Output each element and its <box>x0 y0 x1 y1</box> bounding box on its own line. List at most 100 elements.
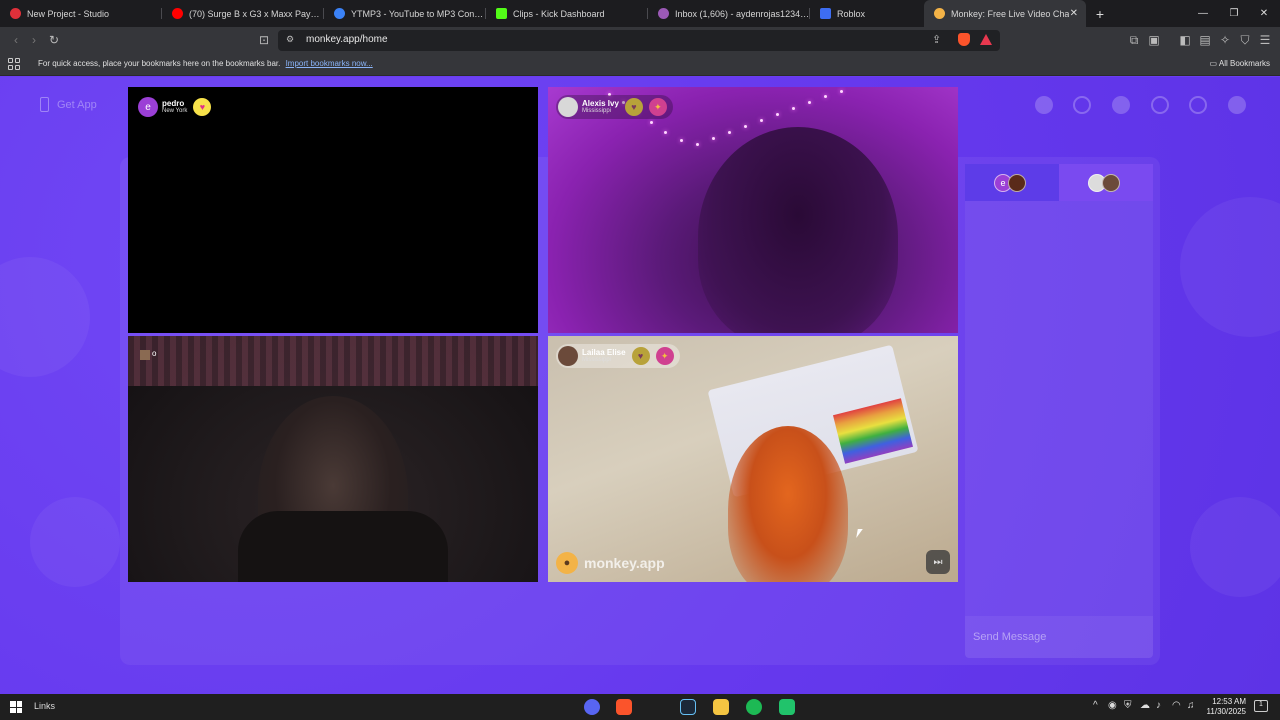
spotify-icon[interactable] <box>746 699 762 715</box>
video-tile-lailaa[interactable]: Lailaa Elise Mississippi ♥ ✦ ● monkey.ap… <box>548 336 958 582</box>
phone-icon <box>40 97 49 112</box>
tab-label: New Project - Studio <box>27 8 110 19</box>
windows-start-icon[interactable] <box>10 701 22 713</box>
all-bookmarks-button[interactable]: ▭ All Bookmarks <box>1210 59 1270 68</box>
brave-rewards-icon[interactable] <box>980 34 992 45</box>
notification-icon[interactable]: 1 <box>1254 700 1268 712</box>
links-toolbar[interactable]: Links <box>34 701 55 711</box>
browser-tab[interactable]: Clips - Kick Dashboard <box>486 0 648 27</box>
system-clock[interactable]: 12:53 AM 11/30/2025 <box>1202 697 1246 717</box>
forward-icon[interactable]: › <box>26 32 42 48</box>
tab-label: Monkey: Free Live Video Cha <box>951 8 1070 19</box>
new-tab-button[interactable]: + <box>1088 6 1112 22</box>
user-name: o <box>152 349 157 358</box>
steam-icon[interactable] <box>680 699 696 715</box>
brand-text: monkey.app <box>584 555 665 571</box>
shop-icon[interactable] <box>1035 96 1053 114</box>
close-window-icon[interactable]: ✕ <box>1249 0 1279 27</box>
user-tag[interactable]: Lailaa Elise Mississippi ♥ ✦ <box>556 344 680 368</box>
media-icon[interactable]: ▣ <box>1146 32 1162 48</box>
share-icon[interactable]: ⇪ <box>932 33 941 46</box>
browser-tab[interactable]: New Project - Studio <box>0 0 162 27</box>
profile-icon[interactable] <box>1228 96 1246 114</box>
vpn-icon[interactable]: ⛉ <box>1237 32 1253 48</box>
site-info-icon[interactable]: ⚙ <box>286 34 294 45</box>
brave-icon[interactable] <box>616 699 632 715</box>
get-app-label: Get App <box>57 98 97 111</box>
microphone-icon[interactable]: ♪ <box>1156 700 1161 711</box>
bookmark-icon[interactable]: ⊡ <box>256 32 272 48</box>
address-bar[interactable]: ⚙ monkey.app/home ⇪ <box>278 30 1000 51</box>
bookmarks-prompt-text: For quick access, place your bookmarks h… <box>38 59 281 68</box>
wallet-icon[interactable]: ▤ <box>1197 32 1213 48</box>
brave-shield-icon[interactable] <box>958 33 970 46</box>
tab-label: Roblox <box>837 8 866 19</box>
tray-app-icon[interactable]: ◉ <box>1108 700 1117 711</box>
skip-next-button[interactable]: ⏭ <box>926 550 950 574</box>
heart-badge-icon: ♥ <box>193 98 212 116</box>
chat-panel: e <box>965 164 1153 658</box>
bookmarks-bar: For quick access, place your bookmarks h… <box>0 54 1280 76</box>
minimize-icon[interactable]: — <box>1188 0 1218 27</box>
close-tab-icon[interactable]: ✕ <box>1070 8 1078 19</box>
fast-forward-icon: ⏭ <box>933 556 943 568</box>
get-app-button[interactable]: Get App <box>40 97 97 112</box>
clock-date: 11/30/2025 <box>1206 707 1246 716</box>
video-tile-self[interactable]: o <box>128 336 538 582</box>
wifi-icon[interactable]: ◠ <box>1172 700 1181 711</box>
monkey-logo-icon: ● <box>556 552 578 574</box>
background-decoration <box>1190 497 1280 597</box>
bookmarks-prompt: For quick access, place your bookmarks h… <box>38 59 373 68</box>
extensions-icon[interactable]: ⧉ <box>1126 32 1142 48</box>
apps-grid-icon[interactable] <box>8 58 20 70</box>
tab-label: Inbox (1,606) - aydenrojas12345@g <box>675 8 810 19</box>
discord-icon[interactable] <box>584 699 600 715</box>
person-silhouette <box>728 426 848 582</box>
tab-favicon-icon <box>496 8 507 19</box>
send-message-input[interactable] <box>973 628 1143 646</box>
user-mark <box>140 350 150 360</box>
browser-tab[interactable]: (70) Surge B x G3 x Maxx Payne - Cl <box>162 0 324 27</box>
all-bookmarks-label: All Bookmarks <box>1218 59 1270 68</box>
search-icon[interactable] <box>1073 96 1091 114</box>
sidebar-icon[interactable]: ◧ <box>1177 32 1193 48</box>
tab-label: Clips - Kick Dashboard <box>513 8 605 19</box>
user-info: pedro New York <box>162 99 187 115</box>
browser-tab-active[interactable]: Monkey: Free Live Video Cha ✕ <box>924 0 1086 27</box>
tab-favicon-icon <box>934 8 945 19</box>
menu-icon[interactable]: ☰ <box>1257 32 1273 48</box>
volume-icon[interactable]: ♫ <box>1187 700 1195 711</box>
history-icon[interactable] <box>1151 96 1169 114</box>
maximize-icon[interactable]: ❐ <box>1219 0 1249 27</box>
tray-app-icon[interactable]: ☁ <box>1140 700 1150 711</box>
video-tile-pedro[interactable]: e pedro New York ♥ <box>128 87 538 333</box>
tab-label: (70) Surge B x G3 x Maxx Payne - Cl <box>189 8 324 19</box>
reload-icon[interactable]: ↻ <box>46 32 62 48</box>
file-explorer-icon[interactable] <box>713 699 729 715</box>
avatar <box>558 346 578 366</box>
chat-app-icon[interactable] <box>779 699 795 715</box>
browser-tab[interactable]: Inbox (1,606) - aydenrojas12345@g <box>648 0 810 27</box>
browser-tab[interactable]: YTMP3 - YouTube to MP3 Converter <box>324 0 486 27</box>
tab-favicon-icon <box>334 8 345 19</box>
browser-tab[interactable]: Roblox <box>810 0 910 27</box>
background-decoration <box>0 257 90 377</box>
user-location: Mississippi <box>582 357 612 363</box>
chat-tab-1[interactable]: e <box>965 164 1059 201</box>
blanket-decoration <box>128 336 538 386</box>
friends-icon[interactable] <box>1112 96 1130 114</box>
import-bookmarks-link[interactable]: Import bookmarks now... <box>286 59 373 68</box>
browser-tab-strip: New Project - Studio (70) Surge B x G3 x… <box>0 0 1280 27</box>
video-tile-alexis[interactable]: Alexis Ivy Mississippi ♥ ✦ <box>548 87 958 333</box>
leo-ai-icon[interactable]: ✧ <box>1217 32 1233 48</box>
chat-tab-2[interactable] <box>1059 164 1153 201</box>
background-decoration <box>30 497 120 587</box>
messages-icon[interactable] <box>1189 96 1207 114</box>
user-tag[interactable]: Alexis Ivy Mississippi ♥ ✦ <box>556 95 673 119</box>
medal-badge-icon: ✦ <box>648 98 667 116</box>
background-decoration <box>1180 197 1280 337</box>
tray-app-icon[interactable]: ⛨ <box>1124 700 1132 711</box>
back-icon[interactable]: ‹ <box>8 32 24 48</box>
user-tag[interactable]: e pedro New York ♥ <box>136 95 218 119</box>
tray-chevron-icon[interactable]: ^ <box>1093 700 1098 711</box>
